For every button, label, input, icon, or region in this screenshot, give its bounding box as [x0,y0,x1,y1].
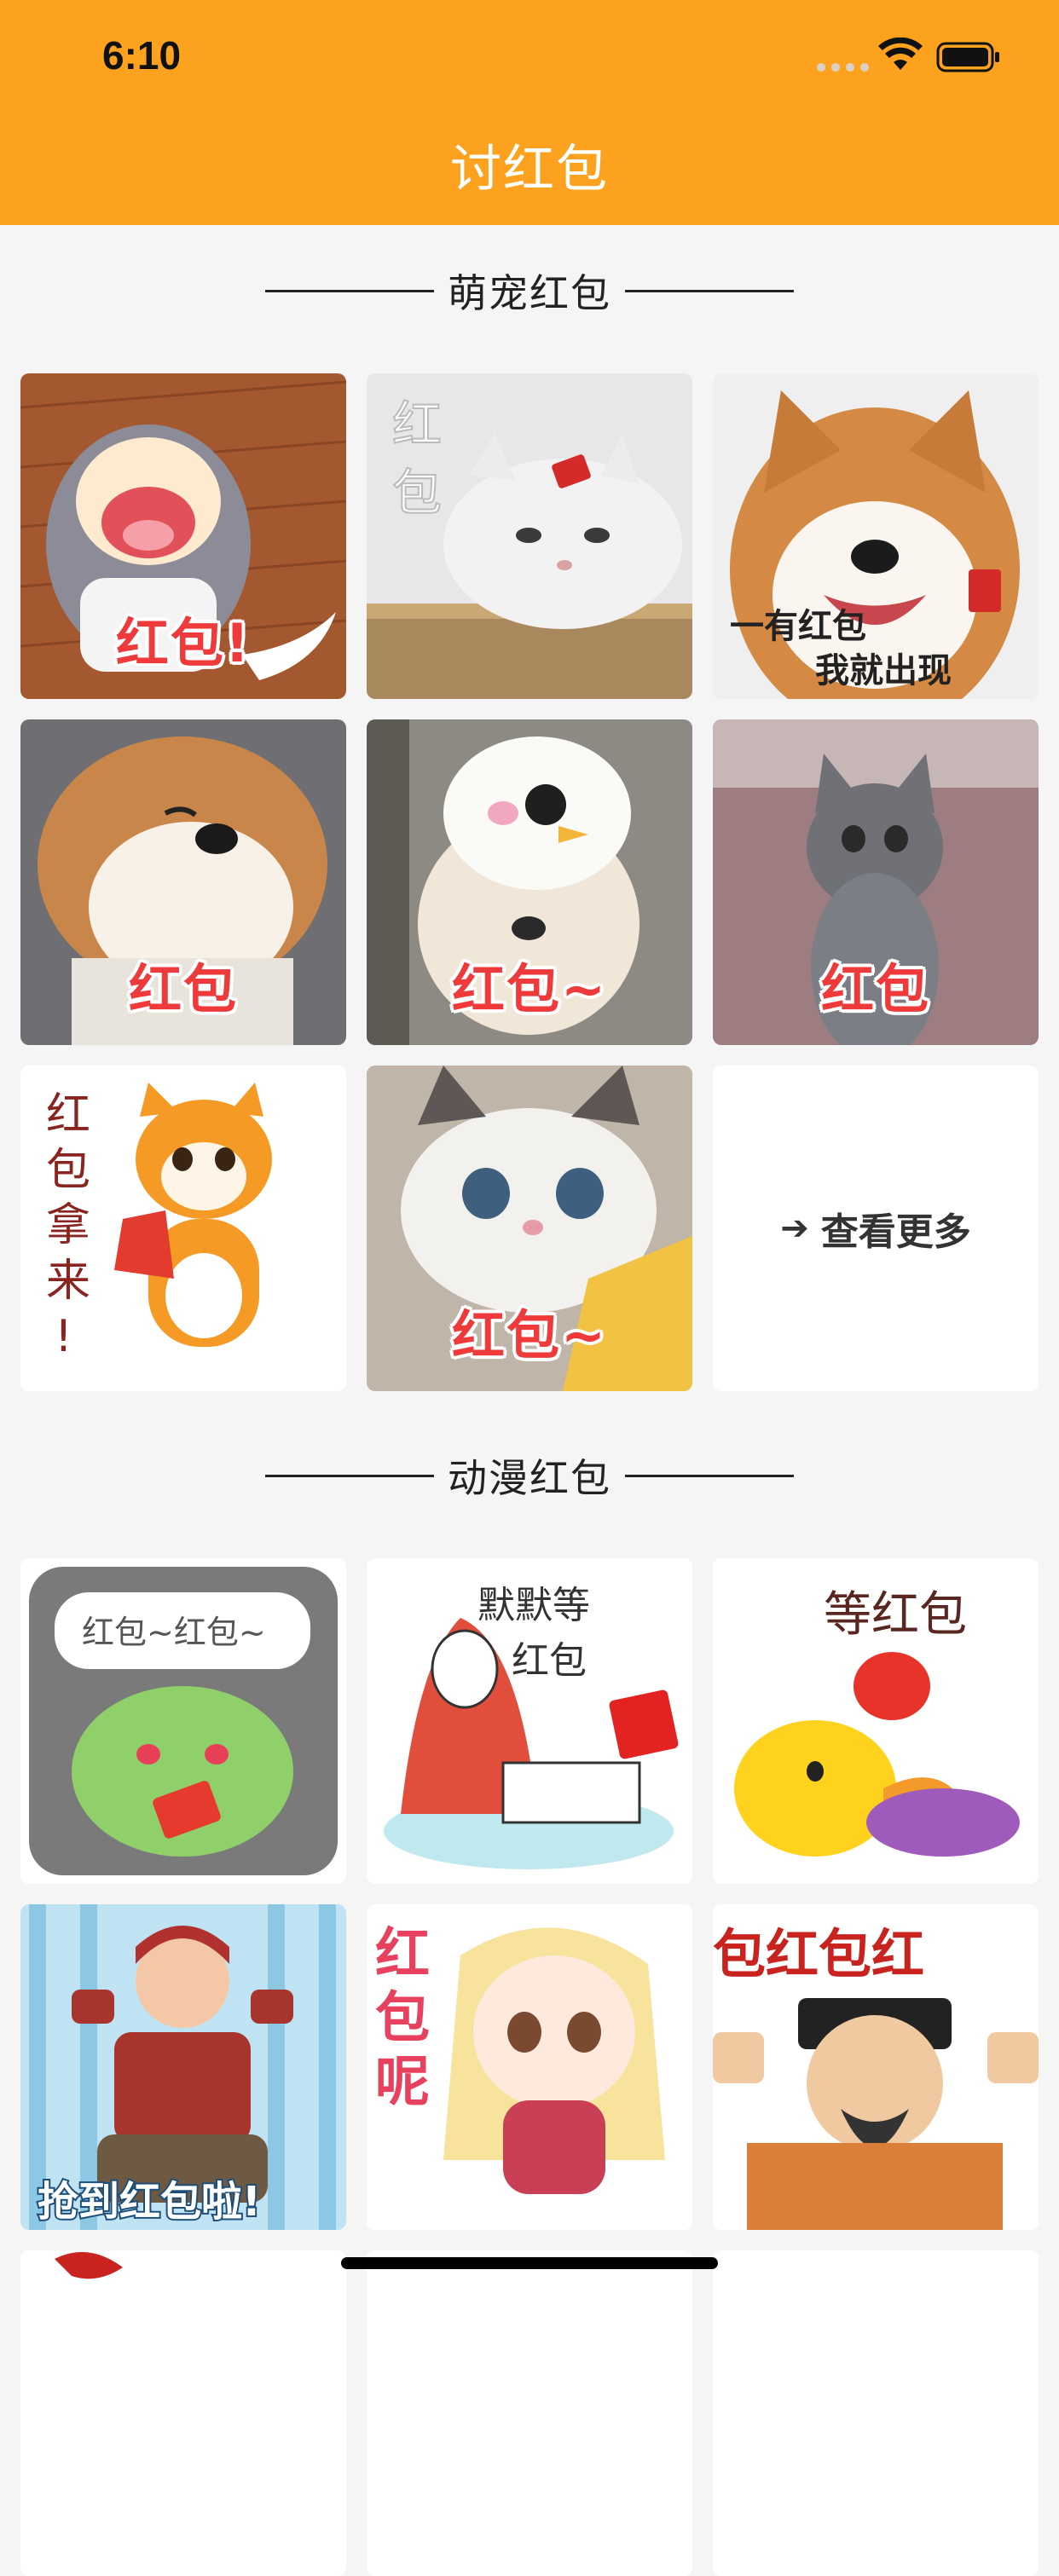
svg-text:默默等: 默默等 [477,1584,590,1627]
cartoon-dog-sticker: 红包 拿来! [20,1066,346,1391]
svg-text:包: 包 [392,464,442,522]
sticker-tile[interactable]: 红包~ [367,719,692,1045]
cellular-signal-icon [817,63,869,72]
section-title: 动漫红包 [448,1455,611,1501]
white-cat-sticker: 红 包 [367,373,692,699]
sticker-caption: 红包~ [452,958,607,1020]
sticker-caption: 红包! [115,612,252,674]
view-more-button[interactable]: ➔ 查看更多 [713,1066,1039,1391]
sticker-tile[interactable]: 红包~红包~ [20,1558,346,1884]
sticker-tile[interactable]: 红 包 [367,373,692,699]
sticker-tile[interactable] [20,2250,346,2576]
green-monster-sticker: 红包~红包~ [20,1558,346,1884]
sticker-tile[interactable] [713,2250,1039,2576]
svg-text:我就出现: 我就出现 [815,651,952,690]
sticker-tile[interactable]: 红包 [713,719,1039,1045]
divider [625,1474,794,1477]
sticker-tile[interactable]: 红包 拿来! [20,1066,346,1391]
partial-sticker [20,2250,346,2576]
shiba-dog-sticker: 一有红包 我就出现 [713,373,1039,699]
home-indicator[interactable] [341,2257,718,2269]
navigation-header: 6:10 讨红包 [0,0,1059,225]
svg-text:红包: 红包 [512,1639,587,1683]
blonde-anime-girl-sticker: 红包呢 [367,1904,692,2230]
status-time: 6:10 [102,33,182,78]
section-title: 萌宠红包 [448,270,611,316]
blanket-character-sticker: 默默等 红包 [367,1558,692,1884]
sticker-tile[interactable]: 一有红包 我就出现 [713,373,1039,699]
divider [625,289,794,292]
sticker-tile[interactable]: 默默等 红包 [367,1558,692,1884]
divider [265,1474,434,1477]
sticker-caption: 红包 [128,958,238,1020]
view-more-label: 查看更多 [820,1210,971,1254]
svg-text:红包~红包~: 红包~红包~ [82,1614,266,1651]
page-title: 讨红包 [450,140,609,199]
sticker-tile[interactable]: 红包呢 [367,1904,692,2230]
svg-text:红: 红 [46,1089,90,1141]
sticker-tile[interactable]: 包红包红 [713,1904,1039,2230]
svg-text:抢到红包啦!: 抢到红包啦! [38,2178,261,2226]
svg-text:一有红包: 一有红包 [730,607,866,646]
section-header-pets: 萌宠红包 [0,252,1059,329]
svg-text:包: 包 [46,1145,90,1196]
svg-text:等红包: 等红包 [824,1587,967,1643]
sticker-tile[interactable]: 红包~ [367,1066,692,1391]
anime-warrior-sticker: 抢到红包啦! [20,1904,346,2230]
svg-text:包红包红: 包红包红 [713,1923,924,1985]
battery-icon [936,42,999,72]
sticker-tile[interactable] [367,2250,692,2576]
sticker-tile[interactable]: 等红包 [713,1558,1039,1884]
svg-text:呢: 呢 [375,2051,430,2114]
svg-text:拿: 拿 [46,1200,90,1251]
svg-text:!: ! [55,1311,72,1362]
sticker-caption: 红包~ [452,1304,607,1366]
svg-text:红: 红 [392,396,442,453]
section-header-anime: 动漫红包 [0,1437,1059,1514]
sticker-tile[interactable]: 红包 [20,719,346,1045]
divider [265,289,434,292]
svg-text:来: 来 [46,1256,90,1307]
sticker-caption: 红包 [820,958,930,1020]
svg-text:包: 包 [375,1987,430,2050]
wifi-icon [878,38,923,70]
sticker-tile[interactable]: 红包! [20,373,346,699]
svg-text:红: 红 [375,1923,430,1986]
yellow-duck-sticker: 等红包 [713,1558,1039,1884]
emperor-sticker: 包红包红 [713,1904,1039,2230]
sticker-tile[interactable]: 抢到红包啦! [20,1904,346,2230]
arrow-right-icon: ➔ [780,1209,809,1248]
